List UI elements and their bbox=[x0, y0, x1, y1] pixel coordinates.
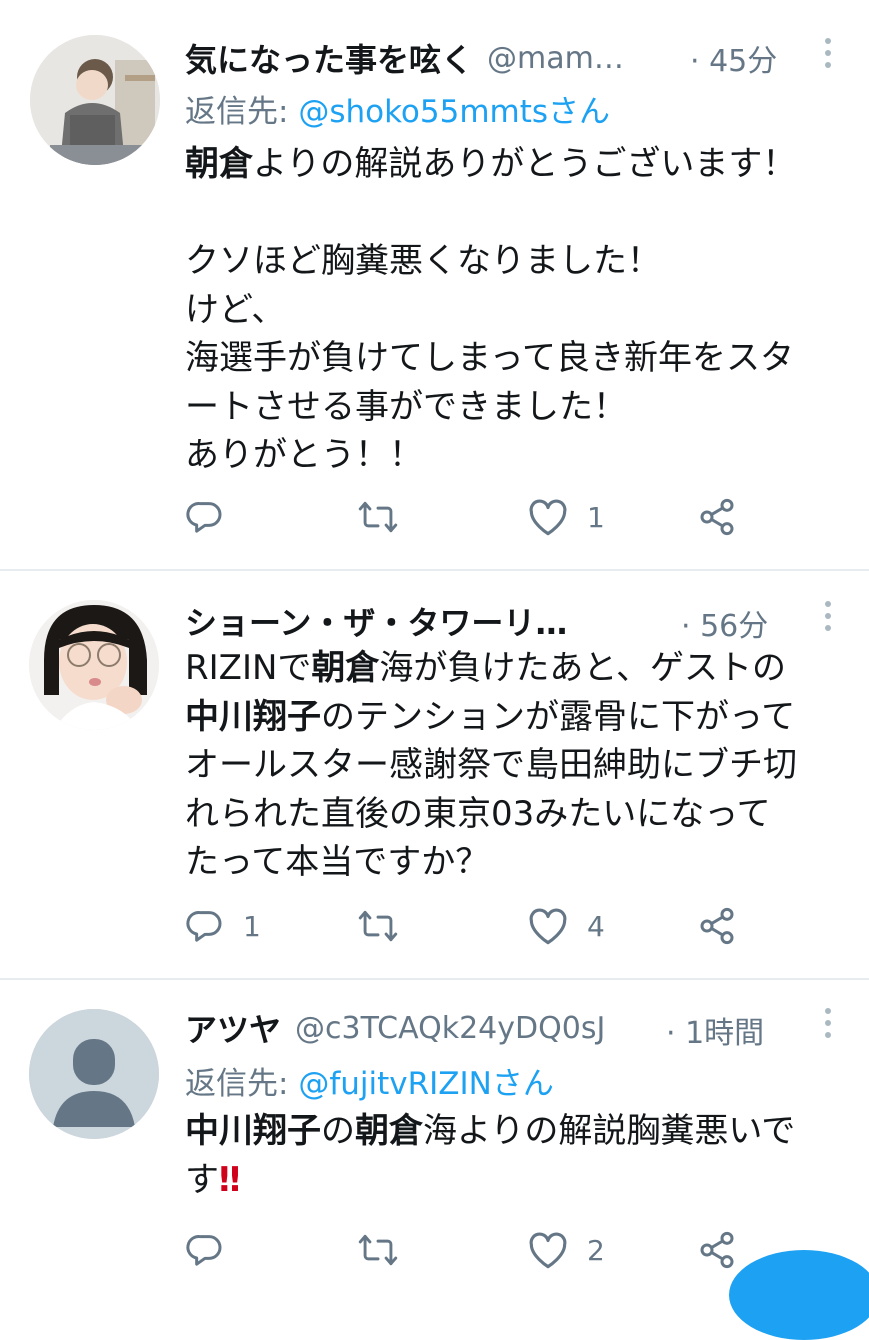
reply-button[interactable] bbox=[185, 1230, 243, 1270]
retweet-button[interactable] bbox=[357, 1230, 417, 1270]
tweet-time[interactable]: · 1時間 bbox=[666, 1008, 764, 1052]
like-button[interactable]: 1 bbox=[527, 497, 605, 537]
share-icon bbox=[700, 907, 734, 945]
text-segment: のテンションが露骨に下がって bbox=[321, 696, 796, 737]
reply-icon bbox=[186, 1234, 222, 1266]
emphasis-mark: ‼ bbox=[219, 1159, 241, 1200]
tweet-text-line bbox=[185, 189, 845, 238]
like-count: 4 bbox=[587, 909, 605, 943]
retweet-icon bbox=[358, 910, 398, 942]
reply-count: 1 bbox=[243, 909, 261, 943]
tweet-text: 中川翔子の朝倉海よりの解説胸糞悪いで す‼ bbox=[185, 1107, 845, 1204]
tweet-text: RIZINで朝倉海が負けたあと、ゲストの 中川翔子のテンションが露骨に下がって オー… bbox=[185, 644, 845, 887]
reply-to-line: 返信先: @fujitvRIZINさん bbox=[185, 1058, 554, 1103]
share-icon bbox=[700, 498, 734, 536]
text-segment: ありがとう！！ bbox=[185, 435, 423, 475]
tweet-text-line: れられた直後の東京03みたいになって bbox=[185, 790, 845, 839]
like-icon bbox=[529, 499, 567, 536]
tweet-time[interactable]: · 56分 bbox=[681, 601, 768, 645]
like-icon bbox=[529, 1232, 567, 1269]
reply-to-link[interactable]: @shoko55mmtsさん bbox=[298, 94, 610, 130]
share-button[interactable] bbox=[697, 1230, 737, 1270]
tweet-text-line: 海選手が負けてしまって良き新年をスタ bbox=[185, 334, 845, 383]
tweet-time[interactable]: · 45分 bbox=[690, 36, 777, 80]
text-segment: 海よりの解説胸糞悪いで bbox=[423, 1111, 796, 1151]
text-segment: たって本当ですか？ bbox=[185, 842, 490, 882]
author-handle[interactable]: @mam… bbox=[487, 41, 624, 76]
tweet-text-line: す‼ bbox=[185, 1156, 845, 1205]
tweet-1[interactable]: 気になった事を呟く @mam… · 45分 返信先: @shoko55mmtsさ… bbox=[0, 0, 869, 570]
tweet-text-line: ありがとう！！ bbox=[185, 431, 845, 480]
reply-to-prefix: 返信先: bbox=[185, 94, 299, 130]
default-profile-icon bbox=[29, 1009, 159, 1139]
highlighted-keyword: 中川翔子 bbox=[185, 696, 321, 737]
more-icon[interactable] bbox=[825, 38, 833, 74]
like-button[interactable]: 4 bbox=[527, 906, 605, 946]
reply-button[interactable] bbox=[185, 497, 243, 537]
tweet-text-line: けど、 bbox=[185, 286, 845, 335]
avatar-tweet-1[interactable] bbox=[30, 35, 160, 165]
text-segment: RIZINで bbox=[185, 648, 312, 688]
text-segment: 海が負けたあと、ゲストの bbox=[379, 648, 787, 688]
more-icon[interactable] bbox=[825, 601, 833, 637]
avatar-tweet-2[interactable] bbox=[29, 600, 159, 730]
retweet-icon bbox=[358, 501, 398, 533]
tweet-text-line: 中川翔子の朝倉海よりの解説胸糞悪いで bbox=[185, 1107, 845, 1156]
text-segment: れられた直後の東京03みたいになって bbox=[185, 793, 771, 834]
tweet-text-line: ートさせる事ができました！ bbox=[185, 383, 845, 432]
reply-to-link[interactable]: @fujitvRIZINさん bbox=[298, 1066, 554, 1102]
like-icon bbox=[529, 908, 567, 945]
reply-icon bbox=[186, 501, 222, 533]
text-segment: オールスター感謝祭で島田紳助にブチ切 bbox=[185, 745, 797, 785]
retweet-icon bbox=[358, 1234, 398, 1266]
text-segment: クソほど胸糞悪くなりました！ bbox=[185, 241, 661, 281]
tweet-3[interactable]: アツヤ @c3TCAQk24yDQ0sJ · 1時間 返信先: @fujitvR… bbox=[0, 980, 869, 1340]
share-icon bbox=[700, 1231, 734, 1269]
share-button[interactable] bbox=[697, 906, 737, 946]
author-handle[interactable]: @c3TCAQk24yDQ0sJ bbox=[295, 1011, 605, 1046]
like-button[interactable]: 2 bbox=[527, 1230, 605, 1270]
more-icon[interactable] bbox=[825, 1008, 833, 1044]
tweet-text-line: オールスター感謝祭で島田紳助にブチ切 bbox=[185, 741, 845, 790]
text-segment: ートさせる事ができました！ bbox=[185, 386, 627, 427]
share-button[interactable] bbox=[697, 497, 737, 537]
tweet-actions: 1 bbox=[185, 497, 745, 547]
author-name[interactable]: ショーン・ザ・タワーリ… bbox=[185, 598, 567, 644]
highlighted-keyword: 朝倉 bbox=[311, 648, 380, 688]
like-count: 1 bbox=[587, 500, 605, 534]
avatar-tweet-3[interactable] bbox=[29, 1009, 159, 1139]
highlighted-keyword: 朝倉 bbox=[355, 1111, 423, 1151]
compose-tweet-button[interactable] bbox=[729, 1250, 869, 1340]
text-segment: の bbox=[321, 1111, 355, 1151]
tweet-text: 朝倉よりの解説ありがとうございます！ クソほど胸糞悪くなりました！ けど、海選手が… bbox=[185, 140, 845, 480]
tweet-actions: 1 4 bbox=[185, 906, 745, 956]
text-segment: けど、 bbox=[185, 289, 286, 330]
text-segment: よりの解説ありがとうございます！ bbox=[253, 144, 797, 184]
author-name[interactable]: 気になった事を呟く bbox=[185, 35, 473, 81]
tweet-actions: 2 bbox=[185, 1230, 745, 1280]
retweet-button[interactable] bbox=[357, 497, 417, 537]
retweet-button[interactable] bbox=[357, 906, 417, 946]
highlighted-keyword: 中川翔子 bbox=[185, 1111, 321, 1151]
text-segment: 海選手が負けてしまって良き新年をスタ bbox=[185, 338, 794, 378]
tweet-text-line: RIZINで朝倉海が負けたあと、ゲストの bbox=[185, 644, 845, 693]
tweet-text-line: クソほど胸糞悪くなりました！ bbox=[185, 237, 845, 286]
text-segment: す bbox=[185, 1159, 219, 1200]
tweet-text-line: 朝倉よりの解説ありがとうございます！ bbox=[185, 140, 845, 189]
reply-button[interactable]: 1 bbox=[185, 906, 261, 946]
reply-icon bbox=[186, 910, 222, 942]
tweet-2[interactable]: ショーン・ザ・タワーリ… · 56分 RIZINで朝倉海が負けたあと、ゲストの中… bbox=[0, 571, 869, 977]
author-name[interactable]: アツヤ bbox=[185, 1005, 281, 1051]
tweet-text-line: 中川翔子のテンションが露骨に下がって bbox=[185, 693, 845, 742]
tweet-text-line: たって本当ですか？ bbox=[185, 838, 845, 887]
reply-to-line: 返信先: @shoko55mmtsさん bbox=[185, 86, 610, 131]
highlighted-keyword: 朝倉 bbox=[185, 144, 253, 184]
like-count: 2 bbox=[587, 1233, 605, 1267]
reply-to-prefix: 返信先: bbox=[185, 1066, 299, 1102]
